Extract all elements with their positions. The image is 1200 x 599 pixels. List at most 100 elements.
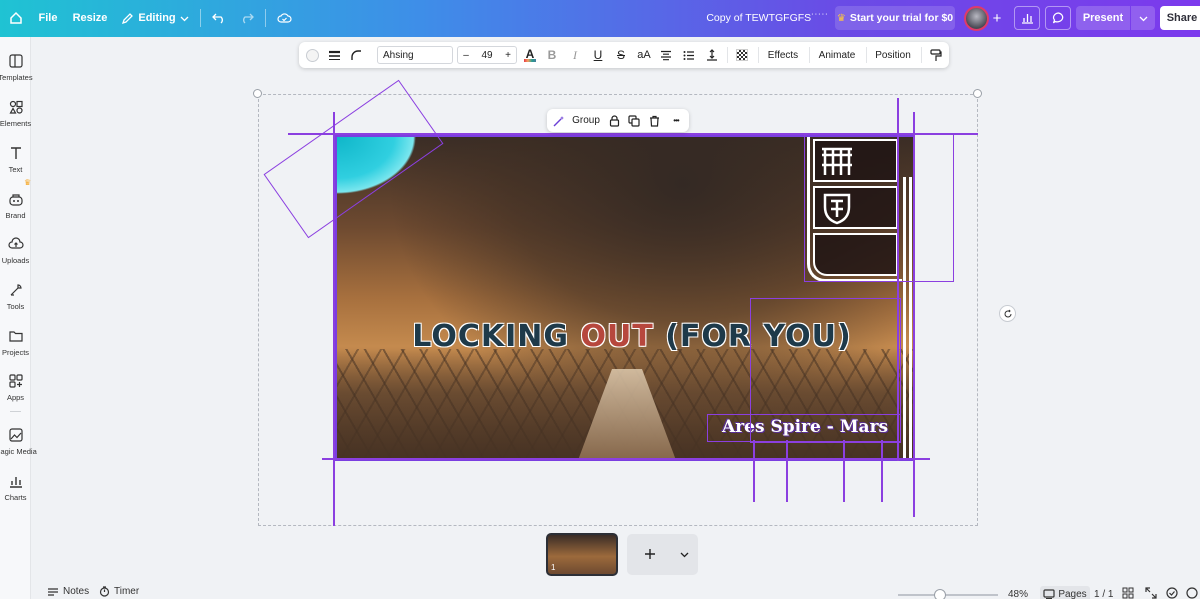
list-icon xyxy=(683,50,694,60)
sidebar-item-charts[interactable]: Charts xyxy=(0,471,31,511)
pages-button[interactable]: Pages xyxy=(1040,586,1090,599)
duplicate-button[interactable] xyxy=(627,112,641,129)
grid-view-button[interactable] xyxy=(1122,587,1136,599)
position-button[interactable]: Position xyxy=(871,46,915,64)
page-count: 1 / 1 xyxy=(1094,589,1114,599)
start-trial-button[interactable]: ♛ Start your trial for $0 xyxy=(835,6,955,30)
font-family-value: Ahsing xyxy=(383,49,414,61)
group-button[interactable]: Group xyxy=(569,112,603,129)
apps-icon xyxy=(8,374,23,388)
home-button[interactable] xyxy=(6,6,26,30)
redo-button[interactable] xyxy=(236,6,258,30)
text-align-button[interactable] xyxy=(657,46,675,64)
selection-box xyxy=(804,133,954,282)
sidebar-item-label: Charts xyxy=(4,493,27,502)
group-toolbar: Group ••• xyxy=(547,109,689,132)
plus-icon xyxy=(645,549,655,559)
sidebar-item-label: Templates xyxy=(0,73,33,82)
font-size-input[interactable]: 49 xyxy=(474,50,500,61)
cloud-check-icon xyxy=(276,13,292,23)
spacing-button[interactable] xyxy=(703,46,721,64)
delete-button[interactable] xyxy=(647,112,661,129)
comments-button[interactable] xyxy=(1045,6,1071,30)
fullscreen-button[interactable] xyxy=(1145,587,1159,599)
text-icon xyxy=(10,147,21,159)
underline-button[interactable]: U xyxy=(589,46,607,64)
timer-button[interactable]: Timer xyxy=(99,586,139,597)
resize-handle[interactable] xyxy=(973,89,982,98)
timer-icon xyxy=(99,586,110,597)
more-options-button[interactable]: ••• xyxy=(667,112,685,129)
notes-button[interactable]: Notes xyxy=(47,586,89,597)
check-button[interactable] xyxy=(1166,587,1180,599)
text-color-button[interactable]: A xyxy=(521,46,539,64)
italic-button[interactable]: I xyxy=(566,46,584,64)
magic-edit-button[interactable] xyxy=(552,112,566,129)
increase-font-size-button[interactable]: + xyxy=(500,50,516,61)
align-center-icon xyxy=(661,50,671,60)
undo-button[interactable] xyxy=(208,6,230,30)
grid-icon xyxy=(1122,587,1134,599)
magic-wand-icon xyxy=(553,115,564,126)
sidebar-item-label: Text xyxy=(8,165,23,174)
list-button[interactable] xyxy=(680,46,698,64)
zoom-slider-knob[interactable] xyxy=(934,589,946,599)
rotate-handle[interactable] xyxy=(999,305,1016,322)
text-toolbar: Ahsing – 49 + A B I U S aA Effects Anima… xyxy=(299,42,949,68)
transparency-button[interactable] xyxy=(733,46,751,64)
help-button[interactable] xyxy=(1186,587,1200,599)
plus-icon: + xyxy=(992,9,1002,27)
sidebar: Templates Elements Text Brand ♛ Uploads … xyxy=(0,37,37,599)
charts-icon xyxy=(9,477,22,488)
sidebar-item-text[interactable]: Text xyxy=(0,143,31,183)
font-family-dropdown[interactable]: Ahsing xyxy=(377,46,453,64)
expand-icon xyxy=(1145,587,1157,599)
lock-button[interactable] xyxy=(607,112,621,129)
animate-button[interactable]: Animate xyxy=(814,46,860,64)
home-icon xyxy=(10,11,22,24)
sidebar-item-uploads[interactable]: Uploads xyxy=(0,234,31,274)
cloud-save-button[interactable] xyxy=(273,6,295,30)
add-page-controls xyxy=(627,534,698,575)
share-button[interactable]: Share xyxy=(1160,6,1200,30)
zoom-slider-track[interactable] xyxy=(898,594,998,596)
guide-line xyxy=(322,458,930,460)
add-collaborator-button[interactable]: + xyxy=(988,6,1006,30)
sidebar-item-label: Brand xyxy=(5,211,26,220)
divider xyxy=(866,47,867,63)
avatar[interactable] xyxy=(964,6,989,31)
effects-button[interactable]: Effects xyxy=(763,46,803,64)
file-menu[interactable]: File xyxy=(34,6,62,30)
resize-handle[interactable] xyxy=(253,89,262,98)
undo-icon xyxy=(212,13,223,24)
zoom-level[interactable]: 48% xyxy=(1008,589,1028,599)
sidebar-item-brand[interactable]: Brand xyxy=(0,189,31,229)
sidebar-item-projects[interactable]: Projects xyxy=(0,326,31,366)
selection-box xyxy=(707,414,901,442)
decrease-font-size-button[interactable]: – xyxy=(458,50,474,61)
sidebar-item-magic-media[interactable]: Magic Media xyxy=(0,425,37,465)
copy-style-button[interactable] xyxy=(927,46,945,64)
notes-label: Notes xyxy=(63,586,90,597)
strikethrough-button[interactable]: S xyxy=(612,46,630,64)
present-options-button[interactable] xyxy=(1131,6,1155,30)
sidebar-item-label: Elements xyxy=(0,119,32,128)
sidebar-item-elements[interactable]: Elements xyxy=(0,97,31,137)
present-button[interactable]: Present xyxy=(1076,6,1130,30)
bold-button[interactable]: B xyxy=(543,46,561,64)
sidebar-item-templates[interactable]: Templates xyxy=(0,51,33,91)
border-weight-button[interactable] xyxy=(325,46,343,64)
editing-mode-button[interactable]: Editing xyxy=(120,6,190,30)
insights-button[interactable] xyxy=(1014,6,1040,30)
corner-rounding-button[interactable] xyxy=(347,46,365,64)
resize-button[interactable]: Resize xyxy=(70,6,110,30)
letter-case-button[interactable]: aA xyxy=(634,46,654,64)
add-page-button[interactable] xyxy=(641,545,659,563)
page-thumbnail[interactable]: 1 xyxy=(546,533,618,576)
page-options-button[interactable] xyxy=(677,547,691,561)
pages-icon xyxy=(1043,589,1055,599)
sidebar-item-tools[interactable]: Tools xyxy=(0,280,31,320)
document-title[interactable]: Copy of TEWTGFGFS˙˙˙˙˙ xyxy=(705,6,830,30)
color-swatch-button[interactable] xyxy=(303,46,321,64)
sidebar-item-apps[interactable]: Apps xyxy=(0,371,31,411)
